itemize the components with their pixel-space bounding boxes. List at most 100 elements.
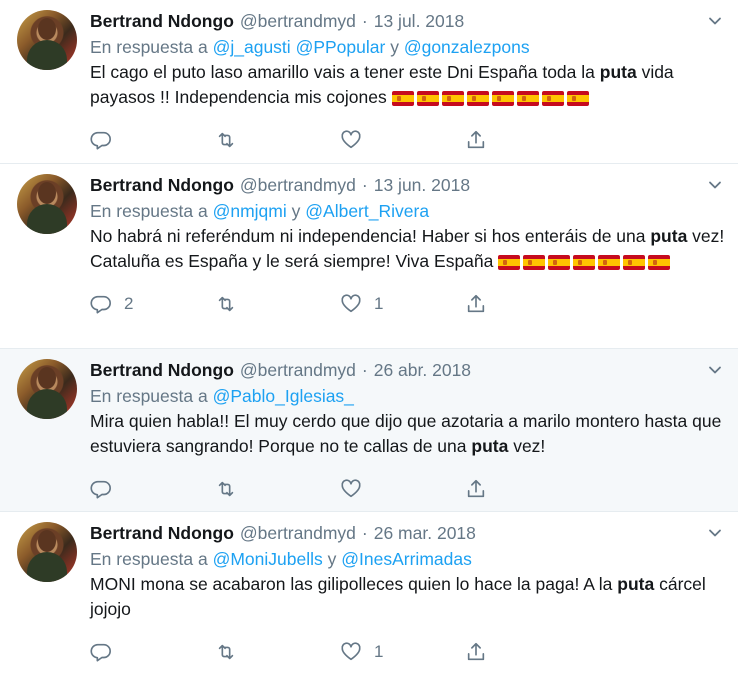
chevron-down-icon[interactable]	[708, 178, 722, 192]
reply-context: En respuesta a @MoniJubells y @InesArrim…	[90, 546, 726, 572]
flag-group	[498, 255, 671, 270]
tweet-text: No habrá ni referéndum ni independencia!…	[90, 226, 725, 271]
author-name[interactable]: Bertrand Ndongo	[90, 359, 234, 381]
separator-dot: ·	[361, 175, 368, 195]
mention-link[interactable]: @MoniJubells	[213, 549, 323, 569]
reply-context: En respuesta a @nmjqmi y @Albert_Rivera	[90, 198, 726, 224]
author-name[interactable]: Bertrand Ndongo	[90, 174, 234, 196]
retweet-button[interactable]	[215, 478, 340, 500]
like-icon	[340, 129, 362, 151]
conjunction: y	[390, 37, 399, 57]
chevron-down-icon[interactable]	[708, 526, 722, 540]
reply-context: En respuesta a @Pablo_Iglesias_	[90, 383, 726, 409]
spain-flag-icon	[541, 91, 564, 106]
like-icon	[340, 478, 362, 500]
like-icon	[340, 293, 362, 315]
tweet[interactable]: Bertrand Ndongo @bertrandmyd · 13 jul. 2…	[0, 0, 738, 164]
author-handle[interactable]: @bertrandmyd	[240, 10, 356, 32]
retweet-button[interactable]	[215, 641, 340, 663]
tweet-text: El cago el puto laso amarillo vais a ten…	[90, 62, 674, 107]
spain-flag-icon	[516, 91, 539, 106]
spain-flag-icon	[391, 91, 414, 106]
retweet-icon	[215, 293, 237, 315]
author-name[interactable]: Bertrand Ndongo	[90, 522, 234, 544]
retweet-icon	[215, 129, 237, 151]
tweet-actions: 1	[90, 630, 726, 673]
retweet-icon	[215, 478, 237, 500]
retweet-button[interactable]	[215, 129, 340, 151]
chevron-down-icon[interactable]	[708, 14, 722, 28]
share-button[interactable]	[465, 293, 590, 315]
spain-flag-icon	[648, 255, 671, 270]
mention-link[interactable]: @j_agusti	[213, 37, 291, 57]
tweet-header: Bertrand Ndongo @bertrandmyd · 13 jul. 2…	[90, 10, 726, 32]
reply-prefix: En respuesta a	[90, 201, 208, 221]
share-button[interactable]	[465, 478, 590, 500]
spain-flag-icon	[566, 91, 589, 106]
flag-group	[391, 91, 589, 106]
mention-link[interactable]: @Albert_Rivera	[305, 201, 429, 221]
reply-icon	[90, 478, 112, 500]
spain-flag-icon	[491, 91, 514, 106]
tweet-header: Bertrand Ndongo @bertrandmyd · 26 mar. 2…	[90, 522, 726, 544]
reply-count: 2	[124, 294, 134, 313]
like-button[interactable]	[340, 129, 465, 151]
like-icon	[340, 641, 362, 663]
tweet[interactable]: Bertrand Ndongo @bertrandmyd · 26 mar. 2…	[0, 512, 738, 673]
spain-flag-icon	[623, 255, 646, 270]
reply-button[interactable]	[90, 478, 215, 500]
mention-link[interactable]: @Pablo_Iglesias_	[213, 386, 354, 406]
reply-button[interactable]	[90, 641, 215, 663]
tweet-header: Bertrand Ndongo @bertrandmyd · 13 jun. 2…	[90, 174, 726, 196]
spain-flag-icon	[498, 255, 521, 270]
mention-link[interactable]: @nmjqmi	[213, 201, 287, 221]
like-button[interactable]	[340, 478, 465, 500]
tweet[interactable]: Bertrand Ndongo @bertrandmyd · 13 jun. 2…	[0, 164, 738, 349]
tweet-feed: Bertrand Ndongo @bertrandmyd · 13 jul. 2…	[0, 0, 738, 673]
share-icon	[465, 478, 487, 500]
mention-link[interactable]: @gonzalezpons	[404, 37, 530, 57]
tweet-actions	[90, 118, 726, 162]
avatar[interactable]	[17, 359, 77, 419]
retweet-icon	[215, 641, 237, 663]
author-handle[interactable]: @bertrandmyd	[240, 522, 356, 544]
share-icon	[465, 293, 487, 315]
avatar[interactable]	[17, 522, 77, 582]
tweet-date[interactable]: 13 jul. 2018	[374, 10, 465, 32]
tweet-text: Mira quien habla!! El muy cerdo que dijo…	[90, 411, 722, 456]
like-button[interactable]: 1	[340, 641, 465, 663]
reply-button[interactable]: 2	[90, 293, 215, 315]
tweet-text: MONI mona se acabaron las gilipolleces q…	[90, 574, 706, 619]
reply-icon	[90, 641, 112, 663]
reply-prefix: En respuesta a	[90, 37, 208, 57]
tweet-date[interactable]: 13 jun. 2018	[374, 174, 470, 196]
conjunction: y	[291, 201, 301, 221]
spain-flag-icon	[523, 255, 546, 270]
retweet-button[interactable]	[215, 293, 340, 315]
conjunction: y	[327, 549, 337, 569]
tweet-date[interactable]: 26 abr. 2018	[374, 359, 471, 381]
tweet-actions	[90, 467, 726, 511]
share-icon	[465, 129, 487, 151]
like-button[interactable]: 1	[340, 293, 465, 315]
reply-icon	[90, 293, 112, 315]
spain-flag-icon	[573, 255, 596, 270]
author-handle[interactable]: @bertrandmyd	[240, 359, 356, 381]
author-name[interactable]: Bertrand Ndongo	[90, 10, 234, 32]
author-handle[interactable]: @bertrandmyd	[240, 174, 356, 196]
tweet-date[interactable]: 26 mar. 2018	[374, 522, 476, 544]
separator-dot: ·	[361, 523, 368, 543]
avatar[interactable]	[17, 174, 77, 234]
share-button[interactable]	[465, 641, 590, 663]
avatar[interactable]	[17, 10, 77, 70]
tweet-actions: 2 1	[90, 282, 726, 326]
mention-link[interactable]: @InesArrimadas	[341, 549, 472, 569]
mention-link[interactable]: @PPopular	[296, 37, 386, 57]
tweet[interactable]: Bertrand Ndongo @bertrandmyd · 26 abr. 2…	[0, 349, 738, 512]
chevron-down-icon[interactable]	[708, 363, 722, 377]
spain-flag-icon	[441, 91, 464, 106]
like-count: 1	[374, 642, 384, 661]
tweet-header: Bertrand Ndongo @bertrandmyd · 26 abr. 2…	[90, 359, 726, 381]
reply-button[interactable]	[90, 129, 215, 151]
share-button[interactable]	[465, 129, 590, 151]
